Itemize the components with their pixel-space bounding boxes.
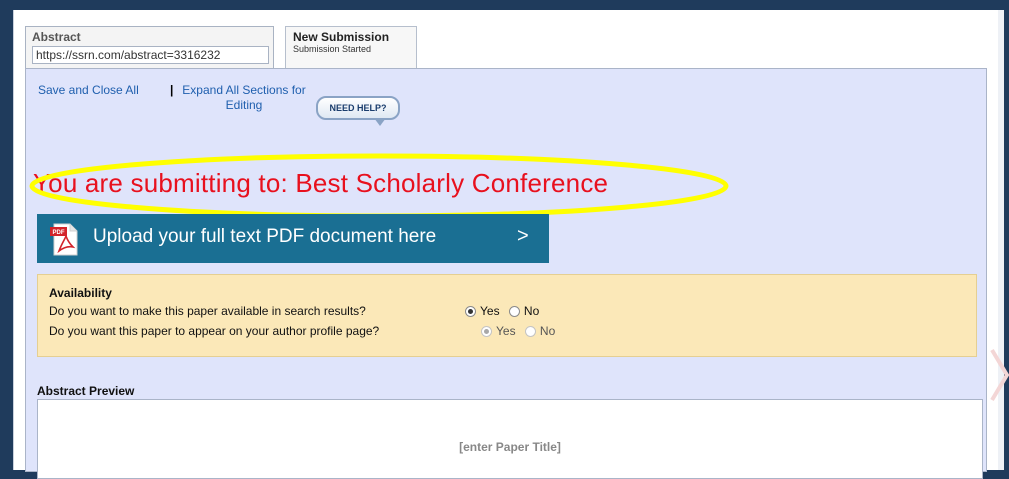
profile-page-radio-group: Yes No [481,324,561,338]
search-results-no-radio[interactable] [508,306,520,317]
search-results-yes-label: Yes [480,304,500,318]
profile-page-no-label: No [539,324,556,338]
abstract-preview-box: [enter Paper Title] [37,399,983,479]
availability-title: Availability [49,286,112,300]
submission-window: Abstract https://ssrn.com/abstract=33162… [13,10,1004,479]
tab-abstract[interactable]: Abstract https://ssrn.com/abstract=33162… [25,26,274,69]
link-separator: | [170,83,174,97]
expand-all-sections-link[interactable]: Expand All Sections for Editing [174,83,314,113]
background-decoration [990,348,1009,402]
pdf-icon-text: PDF [53,230,65,236]
profile-page-yes-radio[interactable] [481,326,492,337]
save-and-close-all-link[interactable]: Save and Close All [38,83,139,98]
availability-question-profile: Do you want this paper to appear on your… [49,324,555,338]
search-results-no-label: No [523,304,540,318]
tab-new-submission[interactable]: New Submission Submission Started [285,26,417,72]
search-results-yes-radio[interactable] [465,306,476,317]
need-help-label: NEED HELP? [329,103,387,113]
profile-page-yes-label: Yes [496,324,516,338]
need-help-button[interactable]: NEED HELP? [316,96,400,126]
question-search-results-text: Do you want to make this paper available… [49,304,366,318]
paper-title-placeholder[interactable]: [enter Paper Title] [38,440,982,454]
upload-pdf-label: Upload your full text PDF document here [93,226,437,247]
speech-bubble-tail [374,118,386,126]
abstract-url-field[interactable]: https://ssrn.com/abstract=3316232 [32,46,269,64]
abstract-preview-title: Abstract Preview [37,384,135,398]
submission-panel: Save and Close All | Expand All Sections… [25,68,987,479]
tab-abstract-title: Abstract [32,30,81,44]
question-profile-page-text: Do you want this paper to appear on your… [49,324,380,338]
tab-new-submission-status: Submission Started [293,44,372,54]
chevron-right-icon: > [517,225,529,247]
availability-section: Availability Do you want to make this pa… [37,274,977,357]
availability-question-search: Do you want to make this paper available… [49,304,539,318]
search-results-radio-group: Yes No [465,304,545,318]
highlight-ellipse-annotation [29,153,729,219]
upload-pdf-button[interactable]: PDF Upload your full text PDF document h… [37,214,549,263]
profile-page-no-radio[interactable] [524,326,536,337]
pdf-file-icon: PDF [50,223,78,256]
tab-new-submission-title: New Submission [293,30,390,44]
